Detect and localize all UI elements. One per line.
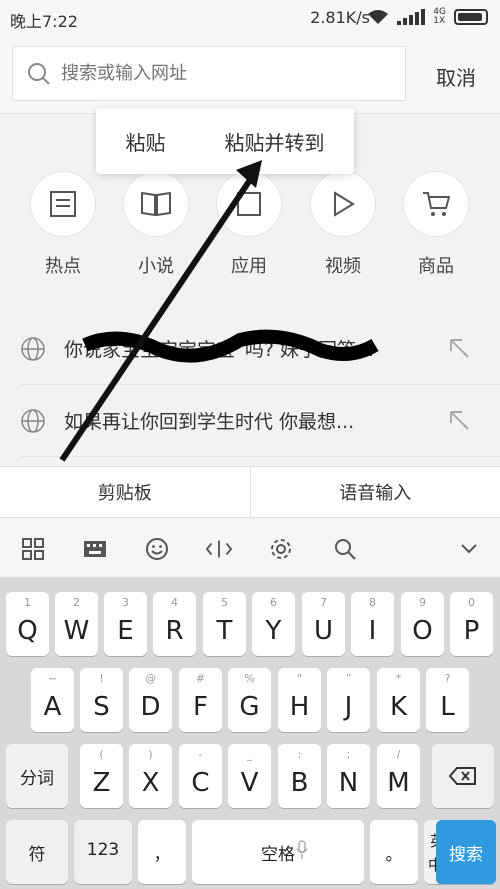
shortcut-hot[interactable]: 热点 <box>28 172 98 278</box>
shortcut-label: 应用 <box>231 256 267 277</box>
search-icon <box>28 62 50 85</box>
key-g[interactable]: % G <box>228 668 271 732</box>
voice-input-button[interactable]: 语音输入 <box>251 467 500 517</box>
emoji-icon[interactable] <box>144 536 170 562</box>
key-d[interactable]: @ D <box>129 668 172 732</box>
fill-arrow-icon[interactable] <box>448 337 470 359</box>
shortcut-label: 视频 <box>325 256 361 277</box>
key-r[interactable]: 4R <box>153 592 196 656</box>
shortcut-label: 小说 <box>138 256 174 277</box>
soft-keyboard: 1Q 2W 3E 4R 5T 6Y 7U 8I 9O 0P ~ A ! S @ D #… <box>0 578 500 889</box>
network-type: 4G 1X <box>433 7 446 26</box>
status-bar: 晚上7:22 2.81K/s 4G 1X <box>0 0 500 36</box>
key-p[interactable]: 0P <box>450 592 493 656</box>
search-box[interactable] <box>12 46 406 101</box>
video-icon <box>311 172 375 236</box>
ime-toolbar <box>0 518 500 578</box>
key-v[interactable]: _ V <box>228 744 271 808</box>
key-q[interactable]: 1Q <box>6 592 49 656</box>
key-z[interactable]: (Z <box>80 744 123 808</box>
settings-icon[interactable] <box>268 536 294 562</box>
comma-key[interactable]: ， <box>138 820 186 884</box>
fill-arrow-icon[interactable] <box>448 409 470 431</box>
search-icon[interactable] <box>332 536 358 562</box>
paste-popup: 粘贴 粘贴并转到 <box>96 108 354 174</box>
key-t[interactable]: 5T <box>203 592 246 656</box>
history-item[interactable]: 如果再让你回到学生时代 你最想... <box>20 385 500 457</box>
split-key[interactable]: 分词 <box>6 744 68 808</box>
number-key[interactable]: 123 <box>74 820 132 884</box>
key-f[interactable]: # F <box>179 668 222 732</box>
cancel-button[interactable]: 取消 <box>436 62 476 91</box>
key-w[interactable]: 2W <box>55 592 98 656</box>
cursor-icon[interactable] <box>206 536 232 562</box>
globe-icon <box>21 336 45 361</box>
key-b[interactable]: :B <box>278 744 321 808</box>
shortcut-label: 商品 <box>418 256 454 277</box>
search-input[interactable] <box>61 63 361 84</box>
search-key[interactable]: 搜索 <box>436 820 496 884</box>
shortcut-app[interactable]: 应用 <box>214 172 284 278</box>
battery-icon <box>454 9 488 25</box>
hot-news-icon <box>31 172 95 236</box>
chevron-down-icon[interactable] <box>456 536 482 562</box>
paste-button[interactable]: 粘贴 <box>126 127 166 156</box>
app-icon <box>217 172 281 236</box>
signal-icon <box>397 9 426 25</box>
clipboard-bar: 剪贴板 语音输入 <box>0 466 500 518</box>
key-o[interactable]: 9O <box>401 592 444 656</box>
key-u[interactable]: 7U <box>302 592 345 656</box>
key-n[interactable]: ; N <box>327 744 370 808</box>
status-time: 晚上7:22 <box>10 12 78 31</box>
clipboard-button[interactable]: 剪贴板 <box>0 467 251 517</box>
history-text: 如果再让你回到学生时代 你最想... <box>64 411 355 433</box>
keyboard-icon[interactable] <box>82 536 108 562</box>
grid-icon[interactable] <box>20 536 46 562</box>
scribble-redaction <box>82 329 379 363</box>
status-icons: 4G 1X <box>367 8 488 26</box>
backspace-icon <box>448 767 476 785</box>
key-h[interactable]: “H <box>278 668 321 732</box>
backspace-key[interactable] <box>432 744 494 808</box>
period-key[interactable]: 。 <box>370 820 418 884</box>
wifi-icon <box>368 10 389 24</box>
symbol-key[interactable]: 符 <box>6 820 68 884</box>
paste-and-go-button[interactable]: 粘贴并转到 <box>225 127 325 156</box>
key-m[interactable]: / M <box>377 744 420 808</box>
network-speed: 2.81K/s <box>310 8 370 27</box>
book-icon <box>124 172 188 236</box>
key-j[interactable]: ” J <box>327 668 370 732</box>
shortcut-label: 热点 <box>45 256 81 277</box>
shortcut-goods[interactable]: 商品 <box>401 172 471 278</box>
globe-icon <box>21 408 45 433</box>
key-e[interactable]: 3E <box>104 592 147 656</box>
key-l[interactable]: ? L <box>426 668 469 732</box>
space-key[interactable]: 空格 <box>192 820 364 884</box>
key-s[interactable]: ! S <box>80 668 123 732</box>
cart-icon <box>404 172 468 236</box>
key-k[interactable]: * K <box>377 668 420 732</box>
key-c[interactable]: -C <box>179 744 222 808</box>
key-y[interactable]: 6Y <box>252 592 295 656</box>
key-x[interactable]: ) X <box>129 744 172 808</box>
microphone-icon <box>296 840 308 859</box>
shortcut-novel[interactable]: 小说 <box>121 172 191 278</box>
key-i[interactable]: 8I <box>351 592 394 656</box>
shortcut-video[interactable]: 视频 <box>308 172 378 278</box>
key-a[interactable]: ~ A <box>31 668 74 732</box>
search-header: 取消 <box>0 36 500 114</box>
